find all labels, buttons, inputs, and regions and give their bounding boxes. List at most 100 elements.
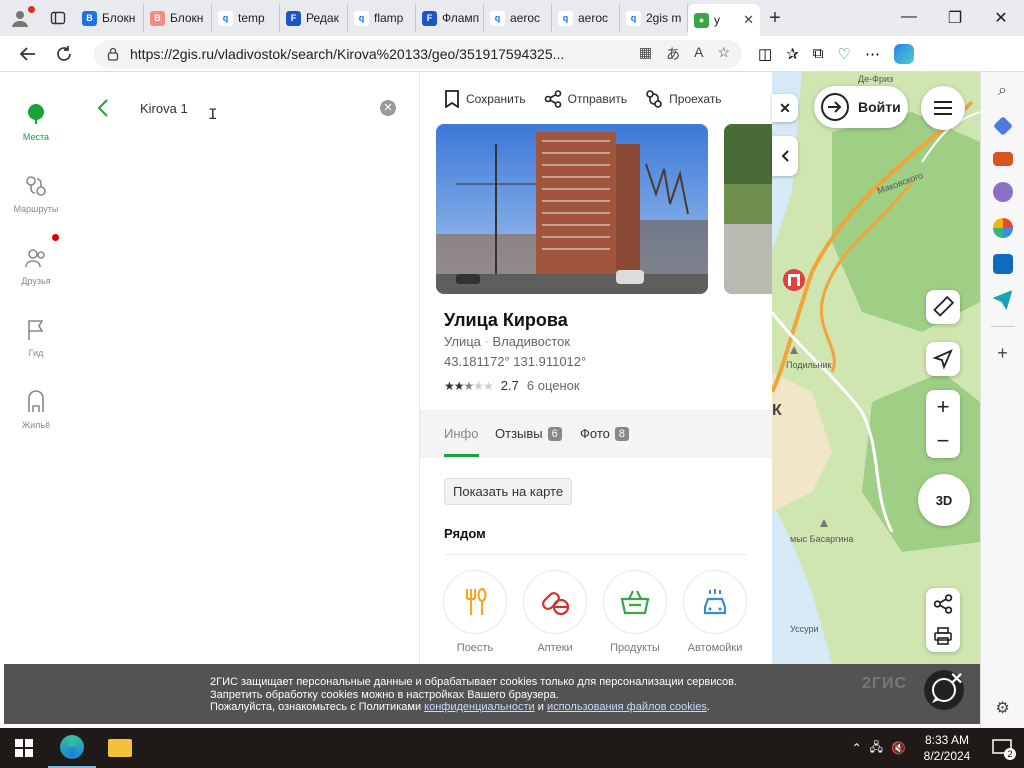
login-button[interactable]: Войти (814, 86, 908, 128)
tray-chevron-up-icon[interactable]: ⌃ (852, 741, 862, 755)
minimize-button[interactable]: — (886, 8, 932, 28)
read-aloud-icon[interactable]: A (694, 44, 703, 64)
3d-toggle-button[interactable]: 3D (918, 474, 970, 526)
nav-routes[interactable]: Маршруты (4, 174, 68, 214)
browser-sidebar: ⌕ + ⚙ (980, 72, 1024, 728)
app-available-icon[interactable]: ▦ (639, 44, 652, 64)
privacy-policy-link[interactable]: конфиденциальности (424, 701, 535, 713)
friends-alert-dot (52, 234, 59, 241)
rating-row[interactable]: ★★★★★ 2.7 6 оценок (444, 378, 580, 393)
browser-tab[interactable]: B Блокн (76, 4, 144, 32)
nav-housing[interactable]: Жильё (4, 390, 68, 430)
taskbar-edge[interactable] (48, 728, 96, 768)
map-close-button[interactable]: ✕ (772, 94, 798, 122)
save-button[interactable]: Сохранить (444, 90, 526, 108)
clear-search-button[interactable]: ✕ (380, 100, 396, 116)
back-button[interactable] (10, 36, 46, 72)
clock-date: 8/2/2024 (923, 749, 971, 763)
clock[interactable]: 8:33 AM 8/2/2024 (914, 732, 980, 764)
performance-icon[interactable]: ♡ (837, 45, 850, 63)
browser-tab[interactable]: q temp (212, 4, 280, 32)
close-window-button[interactable]: ✕ (978, 8, 1024, 28)
split-screen-icon[interactable]: ◫ (758, 45, 772, 63)
tab-info[interactable]: Инфо (444, 426, 478, 441)
nearby-carwash[interactable]: Автомойки (682, 570, 748, 654)
favorite-star-icon[interactable]: ☆ (717, 44, 730, 64)
divider (444, 554, 748, 555)
browser-tab[interactable]: q aeroc (552, 4, 620, 32)
browser-tab-active[interactable]: ● y ✕ (688, 4, 760, 36)
cookie-and: и (534, 701, 547, 713)
cookie-close-button[interactable]: ✕ (950, 672, 963, 687)
cookies-policy-link[interactable]: использования файлов cookies (547, 701, 707, 713)
outlook-icon[interactable] (992, 254, 1013, 274)
chevron-left-icon[interactable] (96, 98, 110, 118)
browser-tab[interactable]: q aeroc (484, 4, 552, 32)
taskbar-explorer[interactable] (96, 728, 144, 768)
more-menu-icon[interactable]: ⋯ (865, 45, 880, 63)
tab-actions-button[interactable] (40, 0, 76, 36)
nav-friends[interactable]: Друзья (4, 234, 68, 286)
refresh-button[interactable] (46, 36, 82, 72)
ruler-button[interactable] (926, 290, 960, 324)
tab-favicon-icon: q (558, 10, 573, 26)
map-print-button[interactable] (926, 620, 960, 652)
nav-places[interactable]: Места (4, 102, 68, 142)
tab-label: aeroc (510, 11, 541, 25)
tab-photos[interactable]: Фото 8 (580, 426, 629, 441)
tab-reviews-label: Отзывы (495, 426, 543, 441)
favorites-icon[interactable]: ✰ (786, 45, 799, 63)
zoom-in-button[interactable]: + (926, 390, 960, 424)
notification-count: 2 (1004, 748, 1016, 760)
office-icon[interactable] (992, 218, 1013, 238)
nearby-pharmacy[interactable]: Аптеки (522, 570, 588, 654)
nearby-food[interactable]: Поесть (442, 570, 508, 654)
refresh-icon (57, 45, 71, 61)
map-share-button[interactable] (926, 588, 960, 620)
browser-tab[interactable]: q 2gis m (620, 4, 688, 32)
tools-briefcase-icon[interactable] (992, 152, 1013, 166)
browser-tab[interactable]: q flamp (348, 4, 416, 32)
telegram-send-icon[interactable] (992, 290, 1013, 310)
people-games-icon[interactable] (992, 182, 1013, 202)
folder-icon (108, 739, 132, 757)
lock-icon[interactable] (106, 47, 120, 61)
place-photo-next[interactable] (724, 124, 772, 294)
browser-tab[interactable]: B Блокн (144, 4, 212, 32)
volume-muted-icon[interactable]: 🔇 (891, 741, 906, 755)
translate-icon[interactable]: あ (666, 44, 680, 64)
restore-button[interactable]: ❐ (932, 8, 978, 28)
shopping-tag-icon[interactable] (992, 116, 1013, 136)
zoom-out-button[interactable]: − (926, 424, 960, 458)
tab-close-icon[interactable]: ✕ (743, 12, 754, 28)
share-button[interactable]: Отправить (544, 90, 627, 108)
address-bar[interactable]: https://2gis.ru/vladivostok/search/Kirov… (94, 39, 742, 68)
place-coordinates[interactable]: 43.181172° 131.911012° (444, 354, 586, 369)
route-button[interactable]: Проехать (645, 90, 722, 108)
locate-me-button[interactable] (926, 342, 960, 376)
nearby-groceries[interactable]: Продукты (602, 570, 668, 654)
place-photo[interactable] (436, 124, 708, 294)
settings-gear-icon[interactable]: ⚙ (995, 698, 1009, 718)
show-on-map-button[interactable]: Показать на карте (444, 478, 573, 505)
start-button[interactable] (0, 728, 48, 768)
tab-reviews[interactable]: Отзывы 6 (495, 426, 562, 441)
copilot-icon[interactable] (893, 43, 914, 64)
chevron-left-icon (781, 150, 789, 162)
profile-button[interactable] (0, 0, 40, 36)
browser-tab[interactable]: F Редак (280, 4, 348, 32)
add-sidebar-app-icon[interactable]: + (997, 343, 1008, 364)
cookie-line-3-start: Пожалуйста, ознакомьтесь с Политиками (210, 701, 425, 713)
new-tab-button[interactable]: + (760, 7, 790, 30)
nav-guide[interactable]: Гид (4, 318, 68, 358)
collapse-panel-button[interactable] (772, 136, 798, 176)
menu-button[interactable] (921, 86, 965, 130)
search-input[interactable] (140, 98, 370, 118)
notifications-button[interactable]: 2 (988, 734, 1016, 762)
browser-tab[interactable]: F Фламп (416, 4, 484, 32)
collections-icon[interactable]: ⧉ (813, 45, 824, 62)
network-icon[interactable]: 🖧 (870, 738, 883, 759)
search-icon[interactable]: ⌕ (998, 82, 1007, 100)
flag-icon (28, 320, 44, 340)
tab-label: Блокн (170, 11, 204, 25)
